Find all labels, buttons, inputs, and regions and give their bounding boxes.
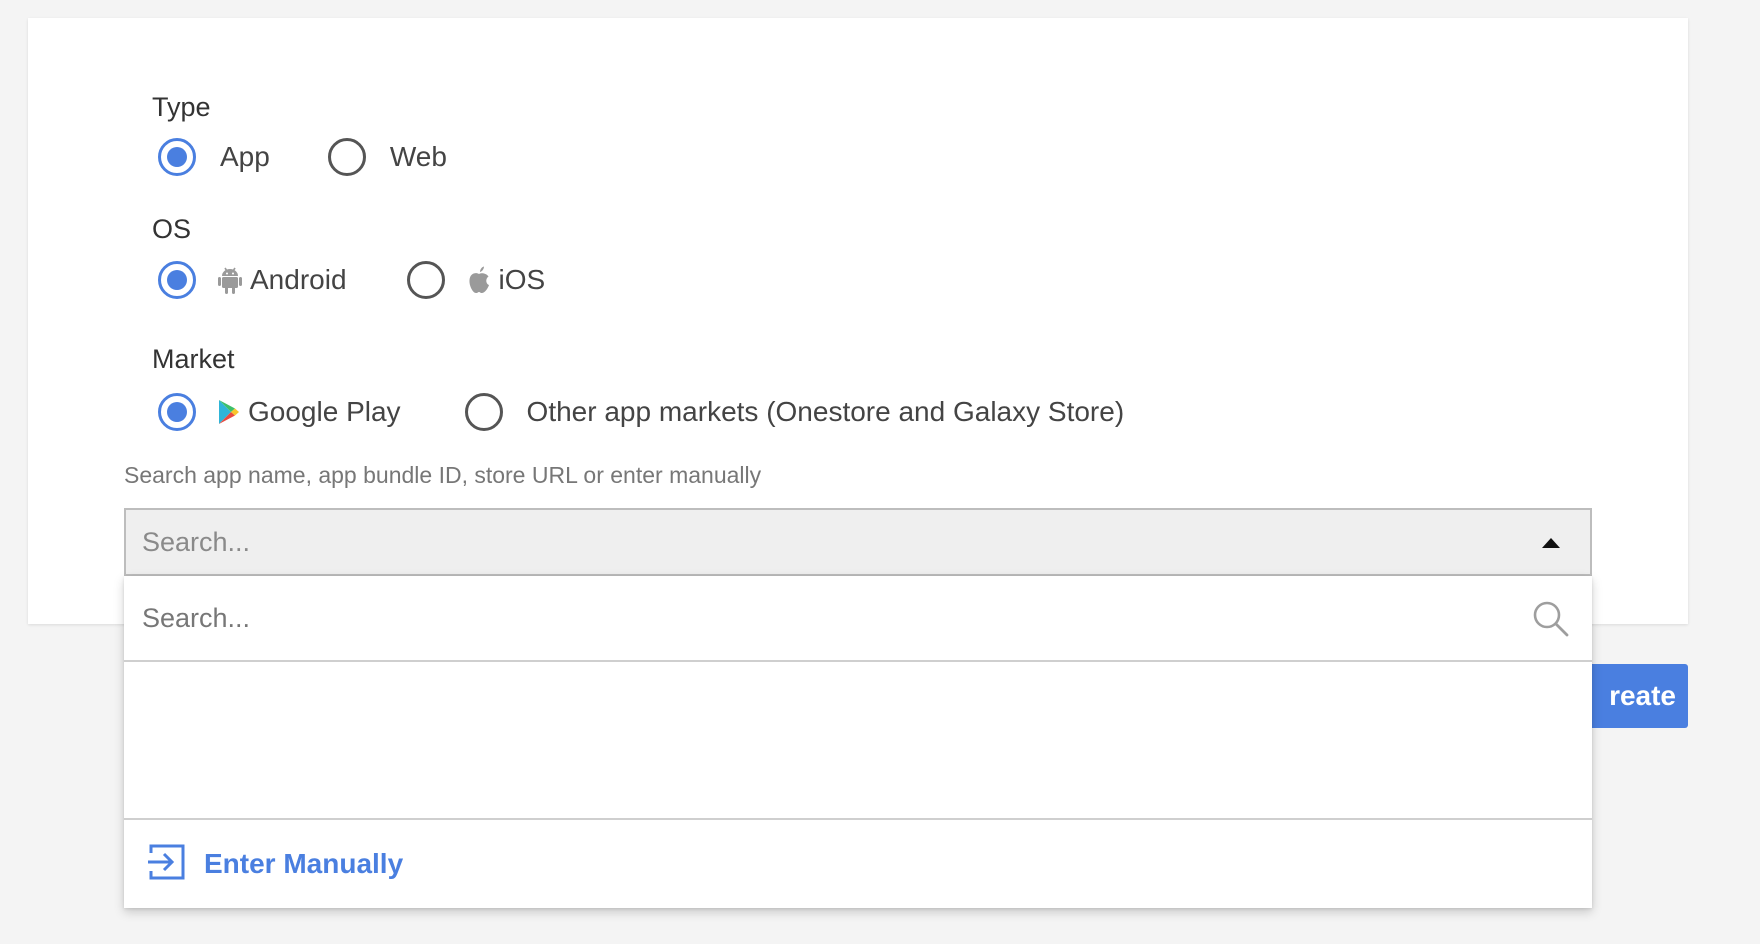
market-other-radio[interactable] <box>464 393 503 431</box>
dropdown-search-bar <box>124 576 1592 662</box>
market-label: Market <box>152 344 235 374</box>
type-option-app[interactable]: App <box>158 138 270 176</box>
dropdown-search-input[interactable] <box>142 588 1502 648</box>
enter-manually-icon <box>148 843 186 886</box>
type-label: Type <box>152 92 211 122</box>
os-label: OS <box>152 214 192 244</box>
market-google-play-label: Google Play <box>248 396 401 427</box>
app-search-select[interactable]: Search... <box>124 508 1592 576</box>
dropdown-results-list <box>124 662 1592 820</box>
type-radio-group: App Web <box>158 138 447 176</box>
os-radio-group: Android iOS <box>158 261 545 299</box>
market-radio-group: Google Play Other app markets (Onestore … <box>158 393 1124 431</box>
market-option-other[interactable]: Other app markets (Onestore and Galaxy S… <box>464 393 1125 431</box>
enter-manually-button[interactable]: Enter Manually <box>124 820 1592 908</box>
enter-manually-label: Enter Manually <box>204 848 404 879</box>
os-android-radio[interactable] <box>158 261 196 299</box>
os-option-ios[interactable]: iOS <box>406 261 546 299</box>
select-placeholder: Search... <box>142 526 251 557</box>
android-icon <box>218 265 242 295</box>
type-option-web[interactable]: Web <box>327 138 447 176</box>
caret-up-icon <box>1542 538 1560 548</box>
os-ios-label: iOS <box>498 264 546 295</box>
type-app-radio[interactable] <box>158 138 196 176</box>
os-option-android[interactable]: Android <box>158 261 347 299</box>
apple-icon <box>467 265 491 295</box>
search-icon[interactable] <box>1532 600 1570 643</box>
market-other-label: Other app markets (Onestore and Galaxy S… <box>526 396 1125 427</box>
os-android-label: Android <box>250 264 347 295</box>
search-hint: Search app name, app bundle ID, store UR… <box>124 462 762 488</box>
app-search-dropdown: Enter Manually <box>124 576 1592 908</box>
type-web-radio[interactable] <box>327 138 366 176</box>
type-web-label: Web <box>389 141 447 172</box>
google-play-icon <box>218 399 240 425</box>
os-ios-radio[interactable] <box>406 261 445 299</box>
market-option-google-play[interactable]: Google Play <box>158 393 401 431</box>
type-app-label: App <box>220 141 270 172</box>
market-google-play-radio[interactable] <box>158 393 196 431</box>
